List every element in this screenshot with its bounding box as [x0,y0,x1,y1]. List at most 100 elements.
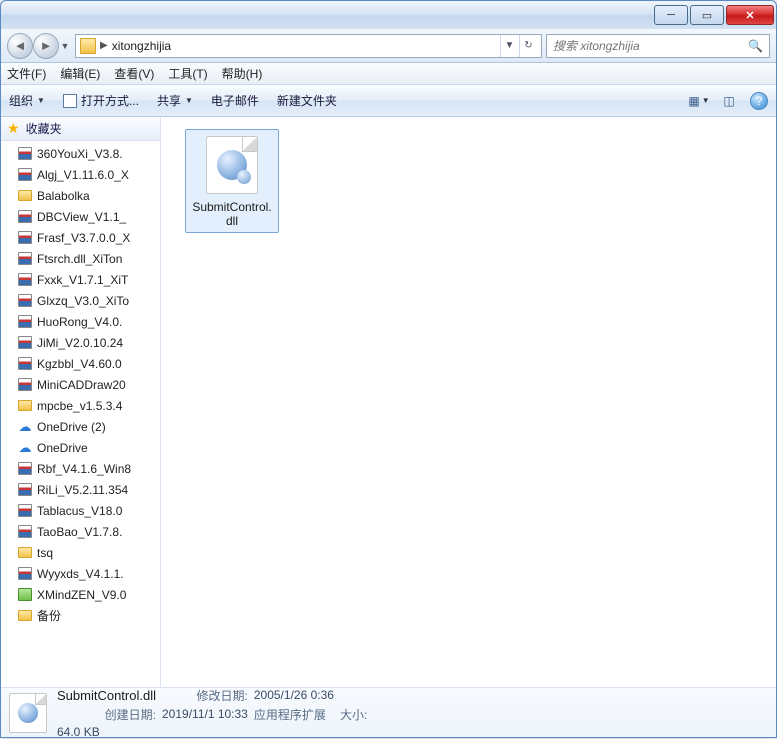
menu-tools[interactable]: 工具(T) [168,65,207,82]
sidebar-item[interactable]: Ftsrch.dll_XiTon [1,248,160,269]
open-with-button[interactable]: 打开方式... [63,92,139,109]
maximize-button[interactable]: ▭ [690,5,724,25]
close-button[interactable]: ✕ [726,5,774,25]
menu-help[interactable]: 帮助(H) [222,65,263,82]
sidebar-item[interactable]: MiniCADDraw20 [1,374,160,395]
search-icon[interactable]: 🔍 [748,39,763,53]
sidebar-item[interactable]: RiLi_V5.2.11.354 [1,479,160,500]
body: ★ 收藏夹 360YouXi_V3.8. Algj_V1.11.6.0_X Bala… [1,117,776,687]
folder-icon [80,38,96,54]
rar-icon [17,567,33,581]
sidebar-item[interactable]: XMindZEN_V9.0 [1,584,160,605]
address-text[interactable]: xitongzhijia [112,39,496,53]
folder-icon [17,609,33,623]
rar-icon [17,315,33,329]
view-options-button[interactable]: ▦▼ [690,92,708,110]
sidebar-item[interactable]: ☁ OneDrive (2) [1,416,160,437]
folder-icon [17,399,33,413]
refresh-button[interactable]: ↻ [519,35,537,57]
sidebar-item[interactable]: HuoRong_V4.0. [1,311,160,332]
sidebar-item[interactable]: DBCView_V1.1_ [1,206,160,227]
details-filename: SubmitControl.dll [57,688,156,703]
sidebar-item[interactable]: Balabolka [1,185,160,206]
organize-button[interactable]: 组织▼ [9,92,45,109]
rar-icon [17,252,33,266]
details-filetype: 应用程序扩展 [254,706,334,723]
file-tile-label: SubmitControl.dll [192,200,271,228]
sidebar-item-label: Fxxk_V1.7.1_XiT [37,273,128,287]
menu-file[interactable]: 文件(F) [7,65,46,82]
details-size-value: 64.0 KB [57,725,156,739]
favorites-header[interactable]: ★ 收藏夹 [1,117,160,141]
sidebar-item[interactable]: 360YouXi_V3.8. [1,143,160,164]
window-buttons: ─ ▭ ✕ [652,5,774,25]
toolbar: 组织▼ 打开方式... 共享▼ 电子邮件 新建文件夹 ▦▼ ◫ ? [1,85,776,117]
cloud-icon: ☁ [17,420,33,434]
menu-view[interactable]: 查看(V) [114,65,154,82]
preview-pane-button[interactable]: ◫ [720,92,738,110]
rar-icon [17,525,33,539]
dll-file-icon [206,136,258,194]
search-input[interactable] [553,39,742,53]
sidebar-item[interactable]: TaoBao_V1.7.8. [1,521,160,542]
gear-icon [18,703,38,723]
sidebar-item[interactable]: Fxxk_V1.7.1_XiT [1,269,160,290]
sidebar-item[interactable]: Kgzbbl_V4.60.0 [1,353,160,374]
search-box[interactable]: 🔍 [546,34,770,58]
nav-arrows: ◄ ► ▼ [7,33,71,59]
sidebar-item[interactable]: Algj_V1.11.6.0_X [1,164,160,185]
history-dropdown[interactable]: ▼ [59,41,71,51]
address-bar[interactable]: ▶ xitongzhijia ▼ ↻ [75,34,542,58]
file-tile-selected[interactable]: SubmitControl.dll [185,129,279,233]
chevron-right-icon[interactable]: ▶ [100,40,108,51]
sidebar-item[interactable]: ☁OneDrive [1,437,160,458]
rar-icon [17,231,33,245]
help-button[interactable]: ? [750,92,768,110]
rar-icon [17,462,33,476]
sidebar-item[interactable]: tsq [1,542,160,563]
rar-icon [17,273,33,287]
sidebar-item-label: Wyyxds_V4.1.1. [37,567,124,581]
sidebar-item-label: Glxzq_V3.0_XiTo [37,294,129,308]
gear-icon [217,150,247,180]
sidebar-item-label: 360YouXi_V3.8. [37,147,123,161]
sidebar-item[interactable]: Wyyxds_V4.1.1. [1,563,160,584]
new-folder-button[interactable]: 新建文件夹 [277,92,337,109]
sidebar-item-label: Algj_V1.11.6.0_X [37,168,129,182]
star-icon: ★ [7,120,20,137]
folder-icon [17,189,33,203]
favorites-label: 收藏夹 [26,120,62,137]
sidebar-item-label: JiMi_V2.0.10.24 [37,336,123,350]
back-button[interactable]: ◄ [7,33,33,59]
sidebar-item-label: tsq [37,546,53,560]
details-text: SubmitControl.dll 修改日期: 2005/1/26 0:36 创… [57,687,367,739]
sidebar-item[interactable]: JiMi_V2.0.10.24 [1,332,160,353]
share-button[interactable]: 共享▼ [157,92,193,109]
details-mod-value: 2005/1/26 0:36 [254,688,334,702]
sidebar-item[interactable]: Tablacus_V18.0 [1,500,160,521]
chevron-down-icon: ▼ [185,96,193,105]
folder-icon [17,546,33,560]
sidebar-item[interactable]: 备份 [1,605,160,626]
minimize-button[interactable]: ─ [654,5,688,25]
address-dropdown[interactable]: ▼ [500,35,518,57]
green-icon [17,588,33,602]
sidebar-item-label: Balabolka [37,189,90,203]
forward-button[interactable]: ► [33,33,59,59]
sidebar-item-label: OneDrive (2) [37,420,106,434]
titlebar[interactable]: ─ ▭ ✕ [1,1,776,29]
rar-icon [17,168,33,182]
email-button[interactable]: 电子邮件 [211,92,259,109]
explorer-window: ─ ▭ ✕ ◄ ► ▼ ▶ xitongzhijia ▼ ↻ 🔍 文件(F) 编… [0,0,777,738]
sidebar-item[interactable]: Glxzq_V3.0_XiTo [1,290,160,311]
sidebar-item[interactable]: Frasf_V3.7.0.0_X [1,227,160,248]
sidebar-item[interactable]: Rbf_V4.1.6_Win8 [1,458,160,479]
sidebar-item-label: Frasf_V3.7.0.0_X [37,231,130,245]
rar-icon [17,504,33,518]
sidebar-item[interactable]: mpcbe_v1.5.3.4 [1,395,160,416]
sidebar: ★ 收藏夹 360YouXi_V3.8. Algj_V1.11.6.0_X Bala… [1,117,161,687]
sidebar-item-label: TaoBao_V1.7.8. [37,525,122,539]
rar-icon [17,336,33,350]
menu-edit[interactable]: 编辑(E) [60,65,100,82]
content-area[interactable]: SubmitControl.dll [161,117,776,687]
